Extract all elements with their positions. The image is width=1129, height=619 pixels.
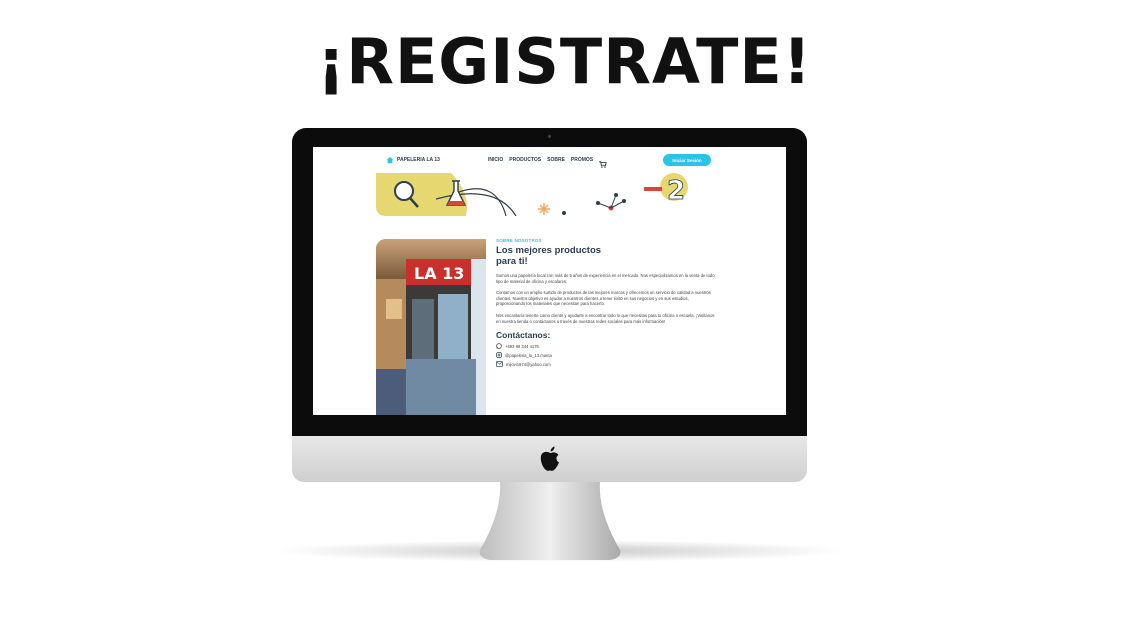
contact-email-row[interactable]: mijovi1974@yahoo.com — [496, 361, 726, 367]
site-navbar: PAPELERIA LA 13 INICIO PRODUCTOS SOBRE P… — [313, 147, 786, 173]
hero-banner: 2 — [376, 173, 706, 217]
monitor-camera — [548, 135, 551, 138]
nav-item-promos[interactable]: PROMOS — [571, 157, 593, 163]
nav-item-productos[interactable]: PRODUCTOS — [509, 157, 541, 163]
apple-logo-icon — [538, 445, 562, 478]
contact-instagram-row[interactable]: @papeleria_la_13.manta — [496, 352, 726, 358]
brand-name: PAPELERIA LA 13 — [397, 157, 440, 163]
molecule-icon — [596, 193, 626, 211]
about-title: Los mejores productos para ti! — [496, 245, 602, 267]
login-button[interactable]: Iniciar Sesión — [663, 154, 711, 166]
monitor-stand — [470, 482, 630, 562]
storefront-photo: LA 13 — [376, 239, 486, 415]
contact-instagram: @papeleria_la_13.manta — [505, 352, 552, 358]
mail-icon — [496, 361, 503, 367]
about-eyebrow: SOBRE NOSOTROS — [496, 238, 542, 243]
whatsapp-icon — [496, 343, 502, 349]
about-paragraph-2: Contamos con un amplio surtido de produc… — [496, 290, 711, 307]
instagram-icon — [496, 352, 502, 358]
about-paragraph-1: Somos una papelería local con más de 5 a… — [496, 273, 715, 284]
registrate-headline: ¡REGISTRATE! — [316, 25, 813, 98]
contact-email: mijovi1974@yahoo.com — [506, 361, 551, 367]
cart-icon[interactable] — [599, 155, 607, 173]
contact-phone: +593 99 344 4176 — [505, 343, 539, 349]
storefront-sign: LA 13 — [414, 264, 464, 283]
nav-item-inicio[interactable]: INICIO — [488, 157, 503, 163]
home-icon — [386, 156, 394, 164]
brand-logo[interactable]: PAPELERIA LA 13 — [386, 156, 440, 164]
sparkle-icon — [538, 203, 550, 215]
monitor-screen: PAPELERIA LA 13 INICIO PRODUCTOS SOBRE P… — [313, 147, 786, 415]
number-two-icon: 2 — [644, 173, 688, 206]
nav-item-sobre[interactable]: SOBRE — [547, 157, 565, 163]
contact-title: Contáctanos: — [496, 330, 551, 341]
svg-text:2: 2 — [667, 176, 685, 206]
about-section: SOBRE NOSOTROS Los mejores productos par… — [496, 238, 726, 367]
about-paragraph-3: Nos encantaría tenerte como cliente y ay… — [496, 312, 715, 324]
contact-phone-row[interactable]: +593 99 344 4176 — [496, 343, 726, 349]
nav-menu: INICIO PRODUCTOS SOBRE PROMOS — [488, 157, 593, 163]
